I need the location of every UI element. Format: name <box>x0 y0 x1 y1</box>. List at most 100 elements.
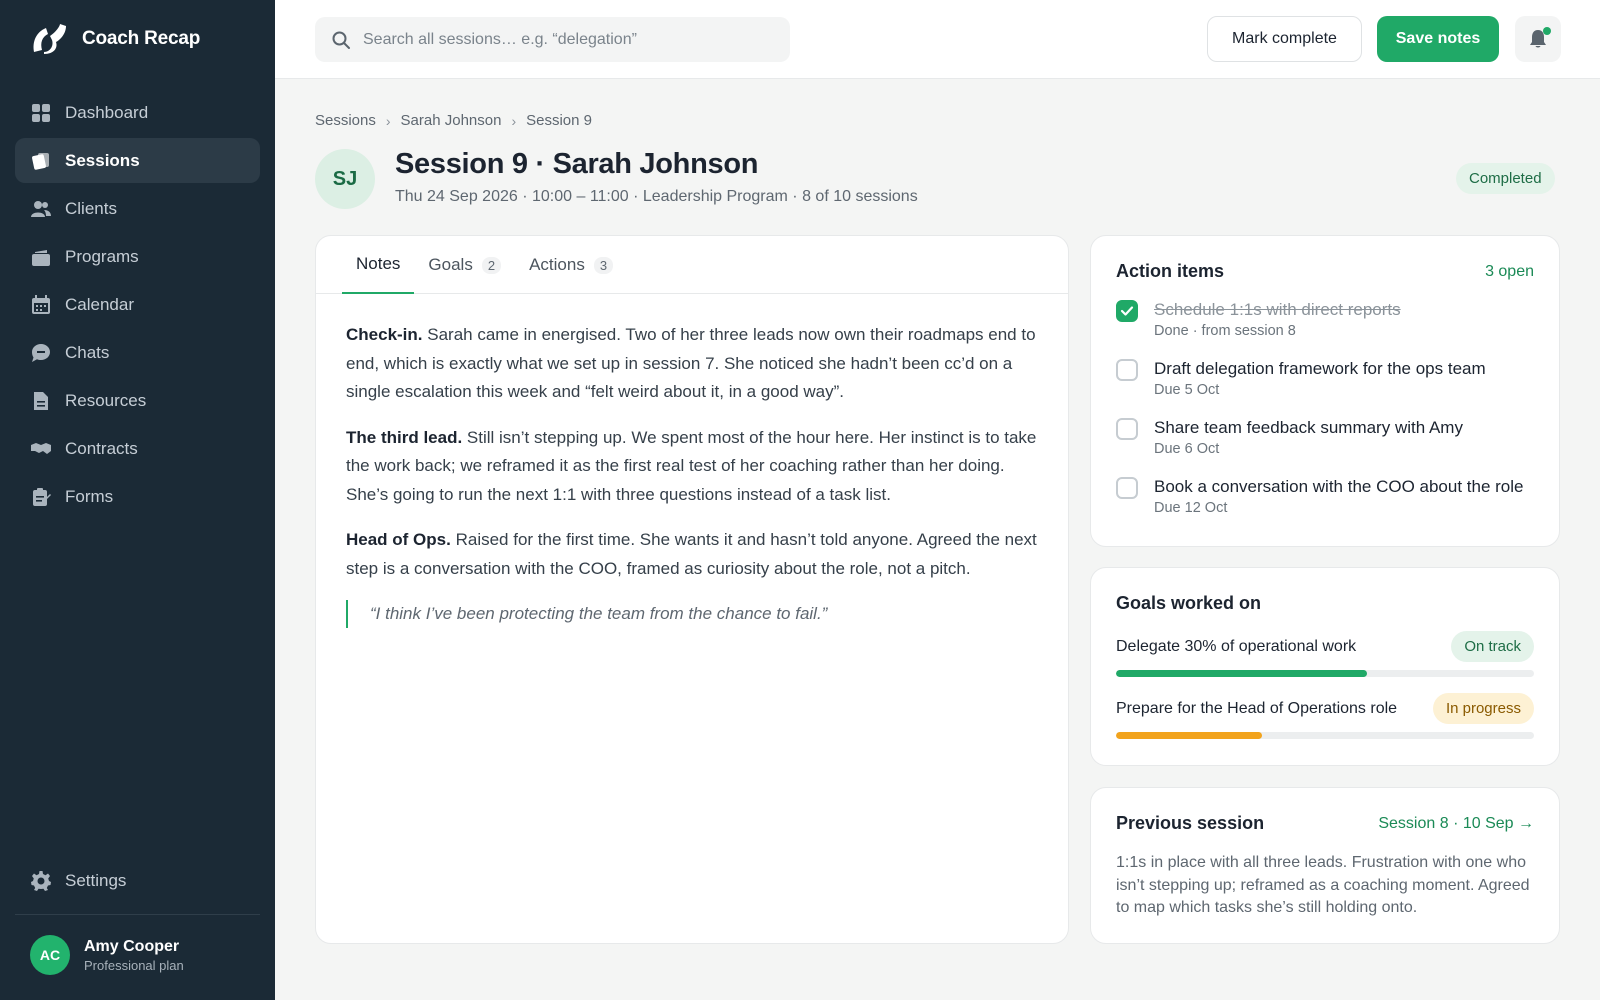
programs-icon <box>31 247 51 267</box>
breadcrumb-client[interactable]: Sarah Johnson <box>401 112 502 129</box>
previous-session-link[interactable]: Session 8 · 10 Sep → <box>1378 815 1534 833</box>
card-title: Action items <box>1116 261 1225 281</box>
breadcrumb-current: Session 9 <box>526 112 592 129</box>
sessions-icon <box>31 151 51 171</box>
action-checkbox[interactable] <box>1116 477 1138 499</box>
sidebar-item-label: Dashboard <box>65 102 149 122</box>
topbar: Mark complete Save notes <box>275 0 1600 79</box>
user-plan: Professional plan <box>84 957 184 973</box>
gear-icon <box>31 870 51 891</box>
sidebar-item-label: Clients <box>65 198 117 218</box>
paragraph-lead: Check-in. <box>346 325 423 344</box>
action-checkbox[interactable] <box>1116 300 1138 322</box>
session-meta: Thu 24 Sep 2026 · 10:00 – 11:00 · Leader… <box>395 188 918 205</box>
notifications-button[interactable] <box>1515 16 1561 62</box>
search-bar[interactable] <box>315 17 790 62</box>
sidebar-item-forms[interactable]: Forms <box>15 474 260 519</box>
chat-icon <box>31 343 51 363</box>
brand[interactable]: Coach Recap <box>30 22 200 56</box>
paragraph-lead: The third lead. <box>346 427 463 447</box>
search-icon <box>332 31 350 49</box>
tab-label: Notes <box>356 254 401 273</box>
notes-editor[interactable]: Check-in. Sarah came in energised. Two o… <box>316 294 1068 628</box>
sidebar-nav: Dashboard Sessions Clients Programs Cale… <box>15 90 260 522</box>
sidebar-item-label: Calendar <box>65 294 134 314</box>
sidebar-item-label: Chats <box>65 342 110 362</box>
tab-notes[interactable]: Notes <box>342 236 415 294</box>
goal-status-badge: On track <box>1451 631 1534 662</box>
breadcrumb-sessions[interactable]: Sessions <box>315 112 376 129</box>
action-title[interactable]: Draft delegation framework for the ops t… <box>1154 358 1486 380</box>
action-due: Due 12 Oct <box>1154 500 1228 516</box>
sidebar-item-label: Programs <box>65 246 139 266</box>
tab-actions[interactable]: Actions 3 <box>515 236 627 294</box>
notes-card: Notes Goals 2 Actions 3 Check-in. Sarah … <box>315 235 1069 944</box>
dashboard-icon <box>31 103 51 123</box>
paragraph-lead: Head of Ops. <box>346 530 451 549</box>
sidebar-item-calendar[interactable]: Calendar <box>15 282 260 327</box>
sidebar-item-settings[interactable]: Settings <box>15 858 260 903</box>
tab-bar: Notes Goals 2 Actions 3 <box>316 236 1068 294</box>
user-name: Amy Cooper <box>84 937 180 955</box>
sidebar-item-chats[interactable]: Chats <box>15 330 260 375</box>
client-avatar: SJ <box>315 149 375 209</box>
sidebar-item-resources[interactable]: Resources <box>15 378 260 423</box>
previous-session-card: Previous session Session 8 · 10 Sep → 1:… <box>1090 787 1560 944</box>
progress-fill <box>1116 670 1367 677</box>
client-quote: “I think I’ve been protecting the team f… <box>346 600 1038 628</box>
sidebar-item-label: Sessions <box>65 150 140 170</box>
action-item: Schedule 1:1s with direct reports Done ·… <box>1116 299 1539 358</box>
notification-dot <box>1543 27 1551 35</box>
progress-fill <box>1116 732 1263 739</box>
tab-goals[interactable]: Goals 2 <box>414 236 515 294</box>
sidebar-item-label: Settings <box>65 870 127 890</box>
sidebar-item-dashboard[interactable]: Dashboard <box>15 90 260 135</box>
goal-item[interactable]: Prepare for the Head of Operations role … <box>1116 693 1534 739</box>
action-title[interactable]: Schedule 1:1s with direct reports <box>1154 299 1401 321</box>
action-due: Due 6 Oct <box>1154 441 1220 457</box>
chevron-right-icon: › <box>511 112 517 129</box>
mark-complete-button[interactable]: Mark complete <box>1207 16 1362 62</box>
action-checkbox[interactable] <box>1116 418 1138 440</box>
card-title: Previous session <box>1116 813 1265 833</box>
action-items-card: Action items 3 open Schedule 1:1s with d… <box>1090 235 1560 547</box>
sidebar-item-clients[interactable]: Clients <box>15 186 260 231</box>
sidebar-item-label: Contracts <box>65 438 138 458</box>
sidebar-item-sessions[interactable]: Sessions <box>15 138 260 183</box>
page-title: Session 9 · Sarah Johnson <box>395 148 759 180</box>
check-icon <box>1120 306 1134 316</box>
brand-logo-icon <box>33 24 66 54</box>
action-due: Done · from session 8 <box>1154 323 1296 339</box>
notes-paragraph: The third lead. Still isn’t stepping up.… <box>346 424 1038 510</box>
previous-session-summary: 1:1s in place with all three leads. Frus… <box>1116 854 1530 916</box>
action-title[interactable]: Book a conversation with the COO about t… <box>1154 476 1523 498</box>
clients-icon <box>31 199 51 219</box>
action-item: Share team feedback summary with Amy Due… <box>1116 417 1539 476</box>
action-checkbox[interactable] <box>1116 359 1138 381</box>
action-title[interactable]: Share team feedback summary with Amy <box>1154 417 1463 439</box>
calendar-icon <box>31 294 51 315</box>
app-name: Coach Recap <box>82 28 201 49</box>
tab-count-badge: 3 <box>593 256 614 274</box>
goal-label: Delegate 30% of operational work <box>1116 637 1357 655</box>
goals-card: Goals worked on Delegate 30% of operatio… <box>1090 567 1560 766</box>
tab-label: Goals <box>428 255 473 274</box>
action-due: Due 5 Oct <box>1154 382 1220 398</box>
card-header: Previous session Session 8 · 10 Sep → <box>1116 813 1534 834</box>
notes-paragraph: Head of Ops. Raised for the first time. … <box>346 526 1038 583</box>
goal-item[interactable]: Delegate 30% of operational work On trac… <box>1116 631 1534 677</box>
sidebar-divider <box>15 914 260 915</box>
clipboard-icon <box>31 487 51 507</box>
action-list: Schedule 1:1s with direct reports Done ·… <box>1116 299 1539 535</box>
save-notes-button[interactable]: Save notes <box>1377 16 1499 62</box>
card-header: Goals worked on <box>1116 593 1534 614</box>
card-title: Goals worked on <box>1116 593 1262 613</box>
search-input[interactable] <box>363 30 773 49</box>
sidebar-item-programs[interactable]: Programs <box>15 234 260 279</box>
paragraph-text: Sarah came in energised. Two of her thre… <box>346 325 1036 401</box>
sidebar: Coach Recap Dashboard Sessions Clients P… <box>0 0 275 1000</box>
user-profile[interactable]: AC Amy Cooper Professional plan <box>30 935 184 975</box>
sidebar-item-label: Forms <box>65 486 114 506</box>
sidebar-item-contracts[interactable]: Contracts <box>15 426 260 471</box>
goal-status-badge: In progress <box>1432 693 1534 724</box>
